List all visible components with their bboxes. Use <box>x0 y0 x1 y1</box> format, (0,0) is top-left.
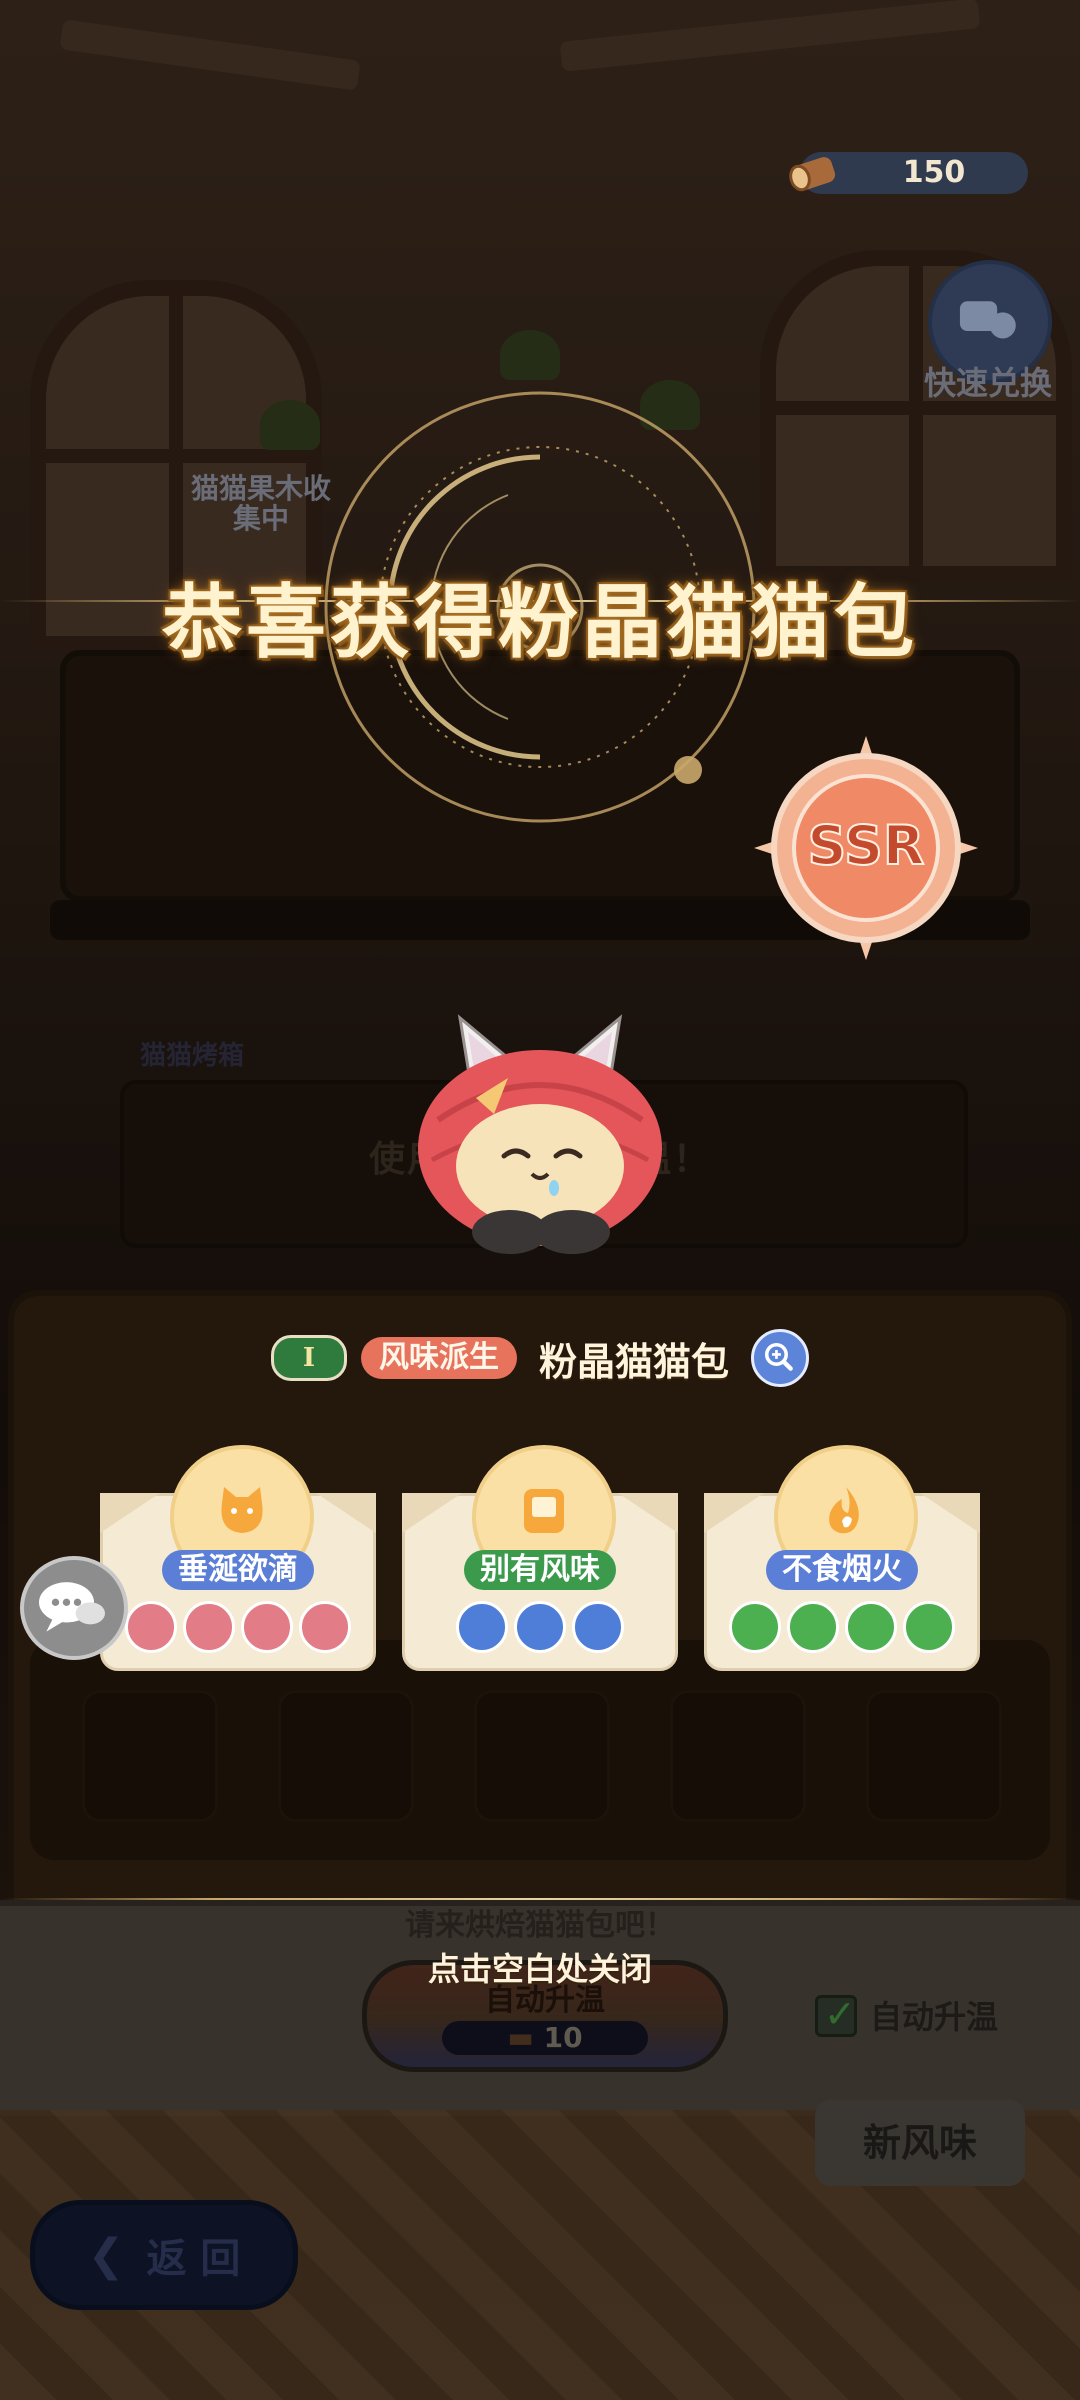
item-info-row: I 风味派生 粉晶猫猫包 <box>0 1329 1080 1387</box>
trait-label: 垂涎欲滴 <box>162 1550 314 1590</box>
star-shield-icon <box>456 1601 508 1653</box>
cat-face-icon <box>221 1487 263 1533</box>
trait-level-dots <box>402 1601 678 1653</box>
item-name: 粉晶猫猫包 <box>538 1339 729 1384</box>
trait-card[interactable]: 垂涎欲滴 <box>100 1445 376 1671</box>
currency-counter: 150 <box>789 152 1028 194</box>
currency-value: 150 <box>902 155 966 190</box>
tablet-icon <box>524 1489 564 1533</box>
ssr-rarity-badge: SSR <box>754 736 978 960</box>
paw-icon <box>787 1601 839 1653</box>
rose-icon <box>183 1601 235 1653</box>
trait-level-dots <box>704 1601 980 1653</box>
chat-bubble-icon <box>39 1582 105 1632</box>
ssr-rarity-text: SSR <box>808 814 925 877</box>
star-shield-icon <box>514 1601 566 1653</box>
trait-level-dots <box>100 1601 376 1653</box>
magnifier-icon <box>764 1342 793 1371</box>
fruit-collecting-badge[interactable]: 猫猫果木收集中 <box>186 474 336 534</box>
quick-exchange-label: 快速兑换 <box>923 364 1052 402</box>
flame-icon <box>829 1487 859 1534</box>
rose-icon <box>241 1601 293 1653</box>
trait-card[interactable]: 别有风味 <box>402 1445 678 1671</box>
star-shield-icon <box>572 1601 624 1653</box>
trait-card[interactable]: 不食烟火 <box>704 1445 980 1671</box>
trait-label: 不食烟火 <box>766 1550 918 1590</box>
paw-icon <box>729 1601 781 1653</box>
zoom-button[interactable] <box>751 1329 809 1387</box>
rose-icon <box>125 1601 177 1653</box>
pink-crystal-cat-bun <box>418 1014 662 1254</box>
chat-button[interactable] <box>20 1556 128 1660</box>
rose-icon <box>299 1601 351 1653</box>
wood-log-icon <box>789 157 836 192</box>
paw-icon <box>845 1601 897 1653</box>
tier-badge: I <box>270 1335 347 1381</box>
exchange-cart-icon <box>959 301 1016 339</box>
source-tag: 风味派生 <box>360 1337 517 1379</box>
trait-label: 别有风味 <box>464 1550 616 1590</box>
reward-title: 恭喜获得粉晶猫猫包 <box>162 576 918 669</box>
paw-icon <box>903 1601 955 1653</box>
close-hint: 点击空白处关闭 <box>427 1950 652 1988</box>
divider-bottom <box>0 1898 1080 1900</box>
